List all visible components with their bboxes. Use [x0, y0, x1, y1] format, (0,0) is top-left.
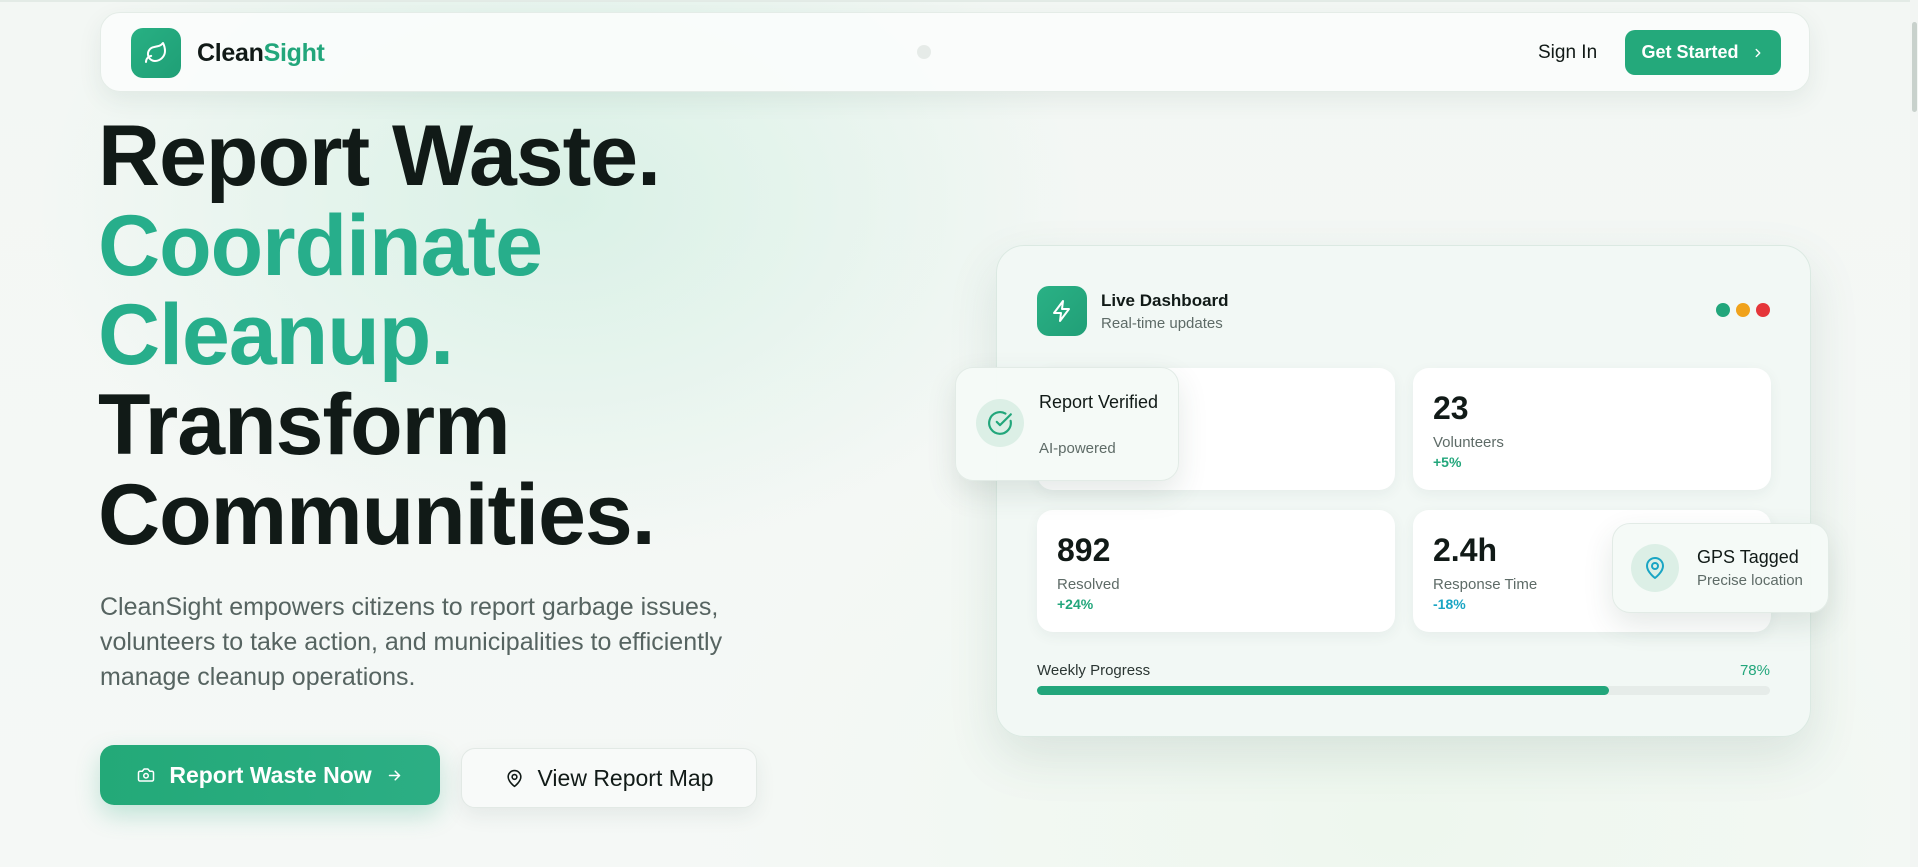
- brand-name-part1: Clean: [197, 39, 264, 67]
- weekly-progress-percent: 78%: [1739, 662, 1770, 679]
- bolt-icon: [1053, 300, 1070, 322]
- stat-card-resolved: 892 Resolved +24%: [1037, 510, 1395, 632]
- view-report-map-label: View Report Map: [537, 764, 714, 791]
- hero-heading-line-4: Transform: [98, 377, 511, 473]
- hero-heading-line-3: Cleanup.: [98, 287, 454, 383]
- stat-value: 23: [1433, 390, 1469, 426]
- gps-tagged-card: GPS Tagged Precise location: [1612, 523, 1829, 613]
- dashboard-badge: [1037, 286, 1087, 336]
- report-waste-label: Report Waste Now: [169, 761, 372, 788]
- stat-label: Volunteers: [1433, 434, 1504, 451]
- view-report-map-button[interactable]: View Report Map: [461, 748, 757, 808]
- gps-icon-badge: [1631, 544, 1679, 592]
- hero-heading-line-5: Communities.: [98, 467, 656, 563]
- stat-value: 2.4h: [1433, 532, 1498, 568]
- get-started-label: Get Started: [1641, 42, 1739, 62]
- nav-indicator: [917, 45, 931, 59]
- logo[interactable]: [131, 28, 181, 78]
- top-border: [0, 0, 1918, 2]
- scrollbar[interactable]: [1910, 0, 1918, 867]
- live-dashboard-card: Live Dashboard Real-time updates 23 Volu…: [996, 245, 1811, 737]
- gps-tagged-title: GPS Tagged: [1697, 547, 1799, 567]
- status-light-green: [1716, 303, 1730, 317]
- chevron-right-icon: [1755, 48, 1760, 57]
- hero-heading-line-1: Report Waste.: [98, 108, 661, 204]
- stat-label: Resolved: [1057, 576, 1120, 593]
- check-circle-icon: [988, 411, 1012, 435]
- report-waste-button[interactable]: Report Waste Now: [100, 745, 440, 805]
- get-started-button[interactable]: Get Started: [1625, 30, 1781, 75]
- map-pin-icon: [1646, 557, 1664, 579]
- stat-change: -18%: [1433, 596, 1466, 612]
- report-verified-card: Report Verified AI-powered: [955, 367, 1179, 481]
- weekly-progress-fill: [1037, 686, 1609, 695]
- hero-heading-line-2: Coordinate: [98, 198, 543, 294]
- stat-card-volunteers: 23 Volunteers +5%: [1413, 368, 1771, 490]
- dashboard-subtitle: Real-time updates: [1101, 315, 1223, 332]
- hero-subtitle: CleanSight empowers citizens to report g…: [100, 593, 723, 691]
- stat-change: +5%: [1433, 454, 1462, 470]
- stat-label: Response Time: [1433, 576, 1538, 593]
- leaf-icon: [145, 42, 166, 63]
- scrollbar-thumb[interactable]: [1912, 22, 1917, 112]
- gps-tagged-subtitle: Precise location: [1697, 572, 1803, 589]
- sign-in-link[interactable]: Sign In: [1538, 42, 1597, 64]
- report-verified-subtitle: AI-powered: [1039, 440, 1116, 457]
- stat-value: 892: [1057, 532, 1111, 568]
- map-pin-icon: [506, 769, 522, 787]
- status-light-amber: [1736, 303, 1750, 317]
- dashboard-title: Live Dashboard: [1101, 291, 1229, 310]
- status-light-red: [1756, 303, 1770, 317]
- navbar: CleanSight Sign In Get Started: [100, 12, 1810, 92]
- arrow-right-icon: [388, 769, 400, 781]
- brand-name[interactable]: CleanSight: [197, 39, 325, 68]
- verified-icon-badge: [976, 399, 1024, 447]
- camera-icon: [138, 768, 155, 782]
- weekly-progress-label: Weekly Progress: [1037, 662, 1151, 679]
- stat-change: +24%: [1057, 596, 1094, 612]
- weekly-progress-bar: [1037, 686, 1770, 695]
- report-verified-title: Report Verified: [1039, 392, 1159, 412]
- brand-name-part2: Sight: [263, 39, 325, 67]
